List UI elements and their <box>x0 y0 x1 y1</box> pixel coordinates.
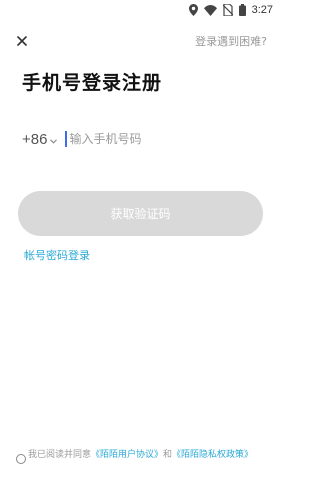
phone-number-input[interactable] <box>69 132 240 146</box>
privacy-policy-link[interactable]: 《陌陌隐私权政策》 <box>172 450 253 460</box>
status-time: 3:27 <box>251 4 273 16</box>
text-cursor <box>65 131 68 147</box>
login-screen: 3:27 登录遇到困难? 手机号登录注册 +86 获取验证码 帐号密码登录 我已 <box>0 0 281 500</box>
password-login-link[interactable]: 帐号密码登录 <box>24 247 90 263</box>
agreement-text: 我已阅读并同意《陌陌用户协议》和《陌陌隐私权政策》 <box>28 449 253 461</box>
no-sim-icon <box>222 4 233 16</box>
battery-icon <box>238 4 246 16</box>
wifi-icon <box>203 4 217 16</box>
login-trouble-link[interactable]: 登录遇到困难? <box>195 33 267 49</box>
status-bar: 3:27 <box>0 0 281 20</box>
chevron-down-icon <box>50 131 58 148</box>
phone-input-row: +86 <box>22 128 262 150</box>
agreement-prefix: 我已阅读并同意 <box>28 450 92 460</box>
location-icon <box>188 4 198 16</box>
agreement-checkbox[interactable] <box>16 454 26 464</box>
user-agreement-link[interactable]: 《陌陌用户协议》 <box>91 450 163 460</box>
agreement-row: 我已阅读并同意《陌陌用户协议》和《陌陌隐私权政策》 <box>16 449 268 464</box>
country-code-label: +86 <box>22 130 48 148</box>
close-button[interactable] <box>14 32 30 48</box>
page-title: 手机号登录注册 <box>22 72 163 94</box>
country-code-selector[interactable]: +86 <box>22 130 58 148</box>
agreement-conjunction: 和 <box>163 450 173 460</box>
close-icon <box>17 31 27 50</box>
get-verification-code-button[interactable]: 获取验证码 <box>18 191 263 236</box>
